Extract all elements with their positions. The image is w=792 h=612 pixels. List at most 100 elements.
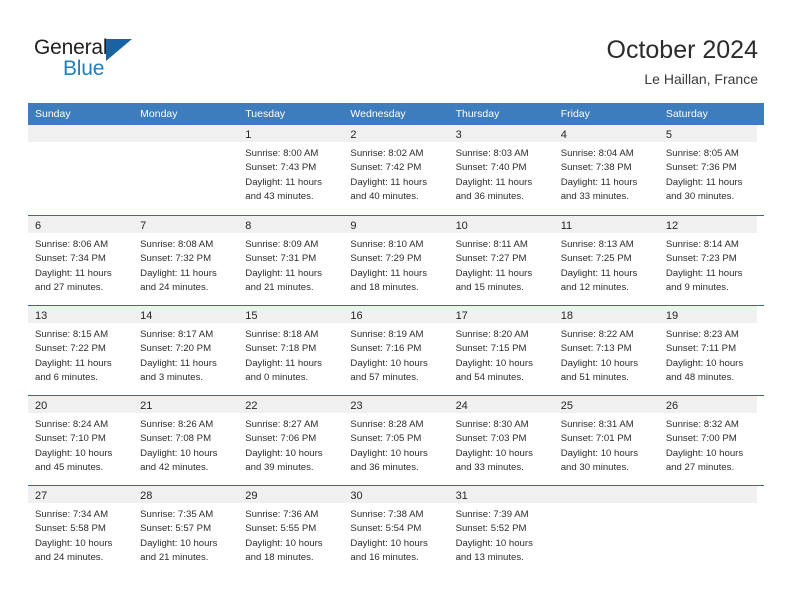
day-number-strip: 7 [133,216,239,233]
calendar-day-cell[interactable]: 17 Sunrise: 8:20 AM Sunset: 7:15 PM Dayligh… [448,306,554,395]
sunset-text: Sunset: 7:13 PM [560,343,632,355]
calendar-day-cell[interactable]: 21 Sunrise: 8:26 AM Sunset: 7:08 PM Dayligh… [133,396,239,485]
calendar-day-cell[interactable]: 7 Sunrise: 8:08 AM Sunset: 7:32 PM Daylight… [133,216,239,305]
calendar-day-cell[interactable]: 30 Sunrise: 7:38 AM Sunset: 5:54 PM Dayligh… [343,486,449,575]
sunset-text: Sunset: 5:52 PM [455,523,527,535]
calendar-week-row: 27 Sunrise: 7:34 AM Sunset: 5:58 PM Dayligh… [28,485,764,575]
calendar-day-cell[interactable]: 5 Sunrise: 8:05 AM Sunset: 7:36 PM Daylight… [658,125,764,215]
daylight-minutes-text: and 33 minutes. [560,191,629,203]
calendar-day-cell[interactable]: 14 Sunrise: 8:17 AM Sunset: 7:20 PM Dayligh… [133,306,239,395]
day-details: Sunrise: 8:17 AM Sunset: 7:20 PM Daylight:… [133,323,238,386]
calendar-day-cell[interactable]: 9 Sunrise: 8:10 AM Sunset: 7:29 PM Daylight… [343,216,449,305]
sunset-text: Sunset: 7:38 PM [560,162,632,174]
day-number-strip: 29 [238,486,344,503]
day-number-strip [28,125,134,142]
daylight-text: Daylight: 11 hours [245,267,322,279]
daylight-minutes-text: and 36 minutes. [350,462,419,474]
daylight-text: Daylight: 11 hours [35,267,112,279]
calendar-day-cell[interactable]: 28 Sunrise: 7:35 AM Sunset: 5:57 PM Dayligh… [133,486,239,575]
daylight-minutes-text: and 9 minutes. [665,282,729,294]
calendar-day-cell[interactable]: 3 Sunrise: 8:03 AM Sunset: 7:40 PM Daylight… [448,125,554,215]
day-number-strip: 11 [553,216,659,233]
calendar-day-cell[interactable]: 16 Sunrise: 8:19 AM Sunset: 7:16 PM Dayligh… [343,306,449,395]
sunrise-text: Sunrise: 8:23 AM [665,329,739,340]
sunrise-text: Sunrise: 8:05 AM [665,148,739,159]
sunset-text: Sunset: 7:03 PM [455,433,527,445]
day-details: Sunrise: 8:24 AM Sunset: 7:10 PM Daylight:… [28,413,133,476]
sunset-text: Sunset: 7:43 PM [245,162,317,174]
calendar-day-cell[interactable]: 13 Sunrise: 8:15 AM Sunset: 7:22 PM Dayligh… [28,306,134,395]
daylight-minutes-text: and 51 minutes. [560,372,629,384]
calendar-day-cell[interactable]: 29 Sunrise: 7:36 AM Sunset: 5:55 PM Dayligh… [238,486,344,575]
sunset-text: Sunset: 7:06 PM [245,433,317,445]
daylight-minutes-text: and 48 minutes. [665,372,735,384]
sunrise-text: Sunrise: 8:20 AM [455,329,529,340]
calendar-day-cell[interactable]: 4 Sunrise: 8:04 AM Sunset: 7:38 PM Daylight… [553,125,659,215]
calendar-day-cell[interactable]: 25 Sunrise: 8:31 AM Sunset: 7:01 PM Dayligh… [553,396,659,485]
day-details: Sunrise: 7:39 AM Sunset: 5:52 PM Daylight:… [449,503,554,566]
daylight-minutes-text: and 30 minutes. [665,191,735,203]
daylight-text: Daylight: 10 hours [350,447,428,459]
day-number-strip: 23 [343,396,449,413]
weekday-header-row: Sunday Monday Tuesday Wednesday Thursday Frid… [28,103,764,125]
calendar-day-cell[interactable]: 1 Sunrise: 8:00 AM Sunset: 7:43 PM Daylight… [238,125,344,215]
day-number-strip: 2 [343,125,449,142]
title-block: October 2024 Le Haillan, France [607,36,759,88]
calendar-day-cell[interactable]: 19 Sunrise: 8:23 AM Sunset: 7:11 PM Dayligh… [658,306,764,395]
calendar-day-cell[interactable]: 31 Sunrise: 7:39 AM Sunset: 5:52 PM Dayligh… [448,486,554,575]
day-number-strip: 21 [133,396,239,413]
daylight-minutes-text: and 24 minutes. [35,552,104,564]
daylight-minutes-text: and 18 minutes. [350,282,419,294]
daylight-minutes-text: and 27 minutes. [35,282,104,294]
daylight-text: Daylight: 10 hours [665,357,744,369]
calendar-day-cell[interactable]: 18 Sunrise: 8:22 AM Sunset: 7:13 PM Dayligh… [553,306,659,395]
sunrise-text: Sunrise: 8:04 AM [560,148,634,159]
day-details: Sunrise: 8:05 AM Sunset: 7:36 PM Daylight:… [659,142,764,205]
daylight-minutes-text: and 45 minutes. [35,462,104,474]
sunset-text: Sunset: 7:34 PM [35,253,106,265]
daylight-minutes-text: and 16 minutes. [350,552,419,564]
daylight-text: Daylight: 11 hours [560,176,638,188]
calendar-weeks: 1 Sunrise: 8:00 AM Sunset: 7:43 PM Daylight… [28,125,764,575]
daylight-text: Daylight: 10 hours [350,357,428,369]
general-blue-logo[interactable]: General Blue [34,36,234,94]
calendar-day-cell[interactable]: 10 Sunrise: 8:11 AM Sunset: 7:27 PM Dayligh… [448,216,554,305]
day-details: Sunrise: 8:19 AM Sunset: 7:16 PM Daylight:… [343,323,448,386]
calendar-day-cell[interactable]: 22 Sunrise: 8:27 AM Sunset: 7:06 PM Dayligh… [238,396,344,485]
calendar-day-cell[interactable]: 8 Sunrise: 8:09 AM Sunset: 7:31 PM Daylight… [238,216,344,305]
day-details: Sunrise: 8:20 AM Sunset: 7:15 PM Daylight:… [449,323,554,386]
sunset-text: Sunset: 7:01 PM [560,433,632,445]
calendar-day-cell[interactable]: 2 Sunrise: 8:02 AM Sunset: 7:42 PM Daylight… [343,125,449,215]
day-details: Sunrise: 8:03 AM Sunset: 7:40 PM Daylight:… [449,142,554,205]
calendar-day-cell[interactable]: 27 Sunrise: 7:34 AM Sunset: 5:58 PM Dayligh… [28,486,134,575]
calendar-day-cell[interactable]: 12 Sunrise: 8:14 AM Sunset: 7:23 PM Dayligh… [658,216,764,305]
day-number: 11 [560,220,573,232]
day-number-strip: 3 [448,125,554,142]
sunset-text: Sunset: 7:18 PM [245,343,317,355]
calendar-day-cell[interactable]: 20 Sunrise: 8:24 AM Sunset: 7:10 PM Dayligh… [28,396,134,485]
sunrise-text: Sunrise: 8:22 AM [560,329,634,340]
daylight-minutes-text: and 21 minutes. [245,282,314,294]
day-number: 12 [665,220,679,232]
sunset-text: Sunset: 7:25 PM [560,253,632,265]
day-details: Sunrise: 8:26 AM Sunset: 7:08 PM Daylight:… [133,413,238,476]
day-number-strip: 5 [658,125,757,142]
day-number-strip: 26 [658,396,757,413]
day-details: Sunrise: 8:22 AM Sunset: 7:13 PM Daylight:… [554,323,659,386]
day-number-strip: 6 [28,216,134,233]
calendar-day-cell[interactable]: 6 Sunrise: 8:06 AM Sunset: 7:34 PM Daylight… [28,216,134,305]
day-number: 7 [140,220,147,232]
calendar-day-cell[interactable]: 26 Sunrise: 8:32 AM Sunset: 7:00 PM Dayligh… [658,396,764,485]
sunset-text: Sunset: 7:40 PM [455,162,527,174]
calendar-day-cell[interactable]: 23 Sunrise: 8:28 AM Sunset: 7:05 PM Dayligh… [343,396,449,485]
sunrise-text: Sunrise: 8:02 AM [350,148,424,159]
calendar-day-cell[interactable]: 11 Sunrise: 8:13 AM Sunset: 7:25 PM Dayligh… [553,216,659,305]
daylight-text: Daylight: 10 hours [245,447,323,459]
calendar-day-cell[interactable]: 15 Sunrise: 8:18 AM Sunset: 7:18 PM Dayligh… [238,306,344,395]
daylight-minutes-text: and 43 minutes. [245,191,314,203]
daylight-minutes-text: and 36 minutes. [455,191,524,203]
calendar-day-cell-empty [658,486,764,575]
calendar-day-cell[interactable]: 24 Sunrise: 8:30 AM Sunset: 7:03 PM Dayligh… [448,396,554,485]
daylight-text: Daylight: 11 hours [665,176,743,188]
day-number-strip: 17 [448,306,554,323]
